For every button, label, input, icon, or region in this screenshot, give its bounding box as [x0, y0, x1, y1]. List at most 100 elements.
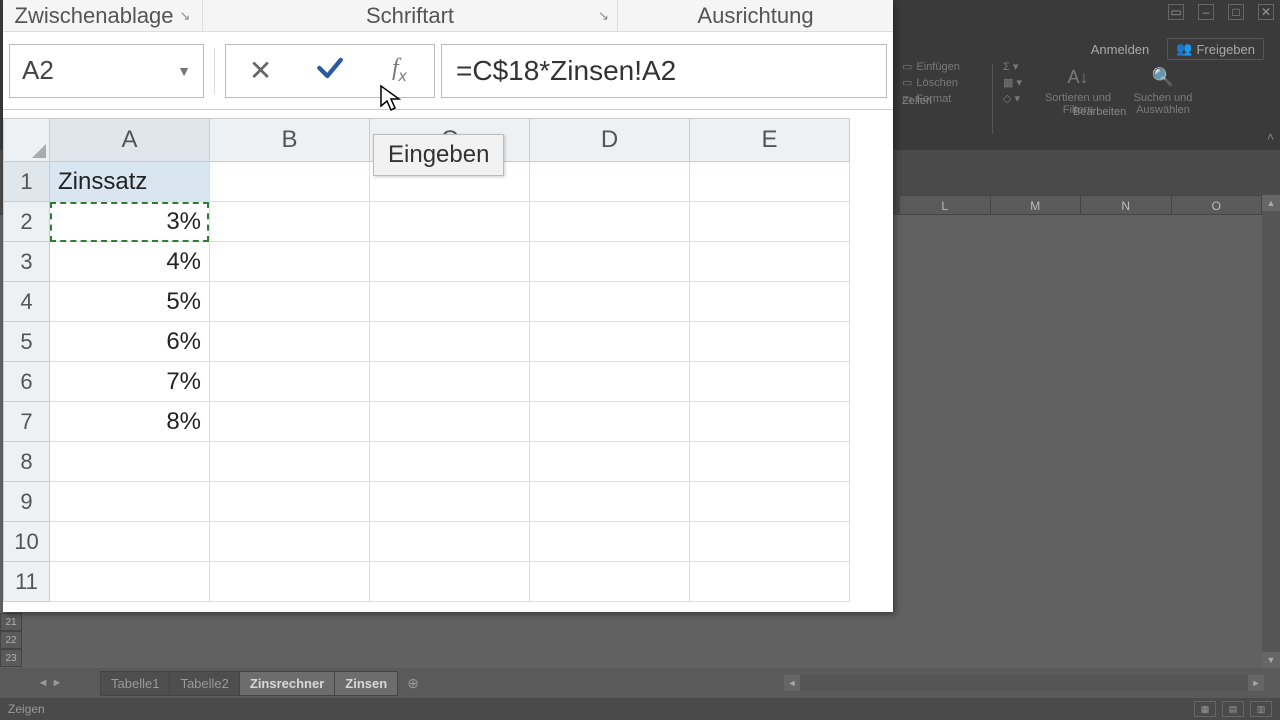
sheet-tab-Zinsrechner[interactable]: Zinsrechner — [239, 671, 335, 696]
cell-D1[interactable] — [530, 162, 690, 202]
scroll-right-icon[interactable]: ► — [1248, 675, 1264, 691]
scroll-up-icon[interactable]: ▲ — [1262, 195, 1280, 211]
row-header[interactable]: 3 — [3, 242, 50, 282]
cell-C11[interactable] — [370, 562, 530, 602]
row-header[interactable]: 9 — [3, 482, 50, 522]
cell-D8[interactable] — [530, 442, 690, 482]
cell-D5[interactable] — [530, 322, 690, 362]
cell-C7[interactable] — [370, 402, 530, 442]
cell-A4[interactable]: 5% — [50, 282, 210, 322]
cell-B4[interactable] — [210, 282, 370, 322]
cell-A1[interactable]: Zinssatz — [50, 162, 210, 202]
view-page-icon[interactable]: ▤ — [1222, 701, 1244, 717]
cell-D9[interactable] — [530, 482, 690, 522]
cell-D2[interactable] — [530, 202, 690, 242]
row-header[interactable]: 7 — [3, 402, 50, 442]
dialog-launcher-icon[interactable]: ↘ — [598, 8, 609, 24]
cell-E2[interactable] — [690, 202, 850, 242]
col-header-E[interactable]: E — [690, 118, 850, 162]
col-header-B[interactable]: B — [210, 118, 370, 162]
bg-row-header[interactable]: 21 — [0, 613, 22, 631]
chevron-down-icon[interactable]: ▼ — [177, 63, 191, 79]
maximize-icon[interactable]: □ — [1228, 4, 1244, 20]
cell-B5[interactable] — [210, 322, 370, 362]
minimize-icon[interactable]: – — [1198, 4, 1214, 20]
cell-C9[interactable] — [370, 482, 530, 522]
scroll-left-icon[interactable]: ◄ — [784, 675, 800, 691]
cell-E9[interactable] — [690, 482, 850, 522]
cell-B2[interactable] — [210, 202, 370, 242]
cell-B8[interactable] — [210, 442, 370, 482]
cell-C5[interactable] — [370, 322, 530, 362]
delete-cells-button[interactable]: ▭Löschen — [902, 76, 982, 89]
cell-C10[interactable] — [370, 522, 530, 562]
cell-E8[interactable] — [690, 442, 850, 482]
bg-col-header-O[interactable]: O — [1172, 196, 1263, 214]
row-header[interactable]: 4 — [3, 282, 50, 322]
cell-D6[interactable] — [530, 362, 690, 402]
cell-A3[interactable]: 4% — [50, 242, 210, 282]
cell-D10[interactable] — [530, 522, 690, 562]
row-header[interactable]: 11 — [3, 562, 50, 602]
cell-D3[interactable] — [530, 242, 690, 282]
cell-B1[interactable] — [210, 162, 370, 202]
ribbon-options-icon[interactable]: ▭ — [1168, 4, 1184, 20]
cell-B9[interactable] — [210, 482, 370, 522]
cell-B3[interactable] — [210, 242, 370, 282]
login-link[interactable]: Anmelden — [1091, 42, 1150, 57]
cell-C2[interactable] — [370, 202, 530, 242]
cell-E1[interactable] — [690, 162, 850, 202]
cell-E10[interactable] — [690, 522, 850, 562]
add-sheet-button[interactable]: ⊕ — [407, 675, 419, 692]
cell-A2[interactable]: 3% — [50, 202, 210, 242]
cell-A5[interactable]: 6% — [50, 322, 210, 362]
bg-col-header-M[interactable]: M — [991, 196, 1082, 214]
autosum-button[interactable]: Σ ▾ — [1003, 60, 1033, 73]
cell-E4[interactable] — [690, 282, 850, 322]
row-header[interactable]: 6 — [3, 362, 50, 402]
sheet-tab-Tabelle2[interactable]: Tabelle2 — [169, 671, 239, 696]
bg-col-header-N[interactable]: N — [1081, 196, 1172, 214]
scroll-down-icon[interactable]: ▼ — [1262, 652, 1280, 668]
bg-row-header[interactable]: 23 — [0, 649, 22, 667]
cell-A9[interactable] — [50, 482, 210, 522]
row-header[interactable]: 10 — [3, 522, 50, 562]
row-header[interactable]: 2 — [3, 202, 50, 242]
dialog-launcher-icon[interactable]: ↘ — [180, 8, 191, 24]
view-normal-icon[interactable]: ▦ — [1194, 701, 1216, 717]
cell-D7[interactable] — [530, 402, 690, 442]
row-header[interactable]: 5 — [3, 322, 50, 362]
cell-E3[interactable] — [690, 242, 850, 282]
cell-A10[interactable] — [50, 522, 210, 562]
cell-C6[interactable] — [370, 362, 530, 402]
cell-D11[interactable] — [530, 562, 690, 602]
cell-E5[interactable] — [690, 322, 850, 362]
bg-col-header-L[interactable]: L — [900, 196, 991, 214]
fill-button[interactable]: ▦ ▾ — [1003, 76, 1033, 89]
cell-C4[interactable] — [370, 282, 530, 322]
cell-A7[interactable]: 8% — [50, 402, 210, 442]
clear-button[interactable]: ◇ ▾ — [1003, 92, 1033, 105]
cell-B11[interactable] — [210, 562, 370, 602]
cell-A8[interactable] — [50, 442, 210, 482]
insert-cells-button[interactable]: ▭Einfügen — [902, 60, 982, 73]
name-box[interactable]: A2 ▼ — [9, 44, 204, 98]
col-header-D[interactable]: D — [530, 118, 690, 162]
enter-button[interactable] — [305, 51, 355, 91]
cell-B6[interactable] — [210, 362, 370, 402]
cell-D4[interactable] — [530, 282, 690, 322]
col-header-A[interactable]: A — [50, 118, 210, 162]
find-select-button[interactable]: 🔍 Suchen und Auswählen Bearbeiten — [1123, 60, 1203, 116]
close-icon[interactable]: ✕ — [1258, 4, 1274, 20]
share-button[interactable]: 👥 Freigeben — [1167, 38, 1264, 60]
sheet-tab-Zinsen[interactable]: Zinsen — [334, 671, 398, 696]
row-header[interactable]: 8 — [3, 442, 50, 482]
row-header[interactable]: 1 — [3, 162, 50, 202]
formula-input[interactable]: =C$18*Zinsen!A2 — [441, 44, 887, 98]
horizontal-scrollbar[interactable]: ◄ ► — [784, 675, 1264, 691]
cell-A11[interactable] — [50, 562, 210, 602]
cancel-button[interactable]: ✕ — [236, 51, 286, 91]
view-break-icon[interactable]: ▥ — [1250, 701, 1272, 717]
bg-row-header[interactable]: 22 — [0, 631, 22, 649]
sheet-nav[interactable]: ◄ ► — [0, 677, 100, 689]
